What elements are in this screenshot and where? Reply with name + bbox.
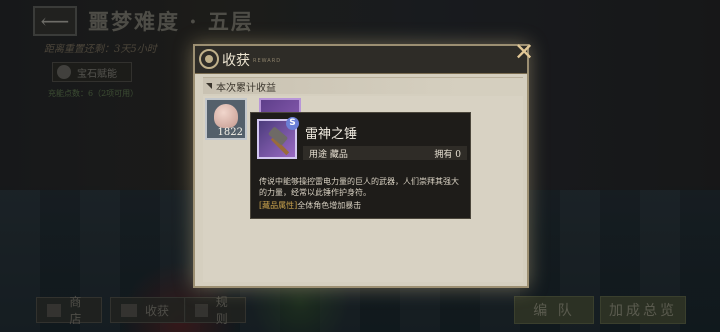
hammer-icon: S	[257, 117, 299, 159]
panel-subtitle: REWARD	[253, 58, 282, 64]
item-tooltip: S 雷神之锤 用途 藏品 拥有 0 传说中能够操控雷电力量的巨人的武器，人们崇拜…	[250, 112, 471, 219]
attribute-text: 全体角色增加暴击	[297, 201, 362, 210]
rarity-badge: S	[286, 117, 299, 130]
hammer-head	[267, 126, 289, 146]
owned-group: 拥有 0	[434, 147, 461, 160]
item-quantity: 1822	[217, 127, 243, 138]
usage-label: 用途	[309, 149, 328, 160]
panel-header: 收获 REWARD	[195, 46, 527, 74]
attribute-tag: [藏品属性]	[259, 201, 298, 210]
shell-icon	[214, 104, 238, 128]
item-name: 雷神之锤	[305, 127, 358, 142]
owned-label: 拥有	[434, 149, 453, 160]
owned-value: 0	[455, 149, 461, 160]
usage-group: 用途 藏品	[309, 147, 348, 160]
panel-title: 收获	[222, 53, 250, 69]
section-header: 本次累计收益	[203, 77, 523, 94]
section-label: 本次累计收益	[216, 82, 276, 94]
triangle-icon	[206, 83, 212, 89]
item-info-row: 用途 藏品 拥有 0	[303, 146, 467, 160]
item-attribute: [藏品属性]全体角色增加暴击	[259, 200, 361, 211]
item-description: 传说中能够操控雷电力量的巨人的武器，人们崇拜其强大的力量，经常以此锤作护身符。	[259, 177, 459, 197]
reward-ring-icon	[199, 49, 219, 69]
close-icon[interactable]: ✕	[512, 40, 536, 64]
reward-item-shell[interactable]: 1822	[205, 98, 247, 140]
usage-value: 藏品	[329, 149, 348, 160]
